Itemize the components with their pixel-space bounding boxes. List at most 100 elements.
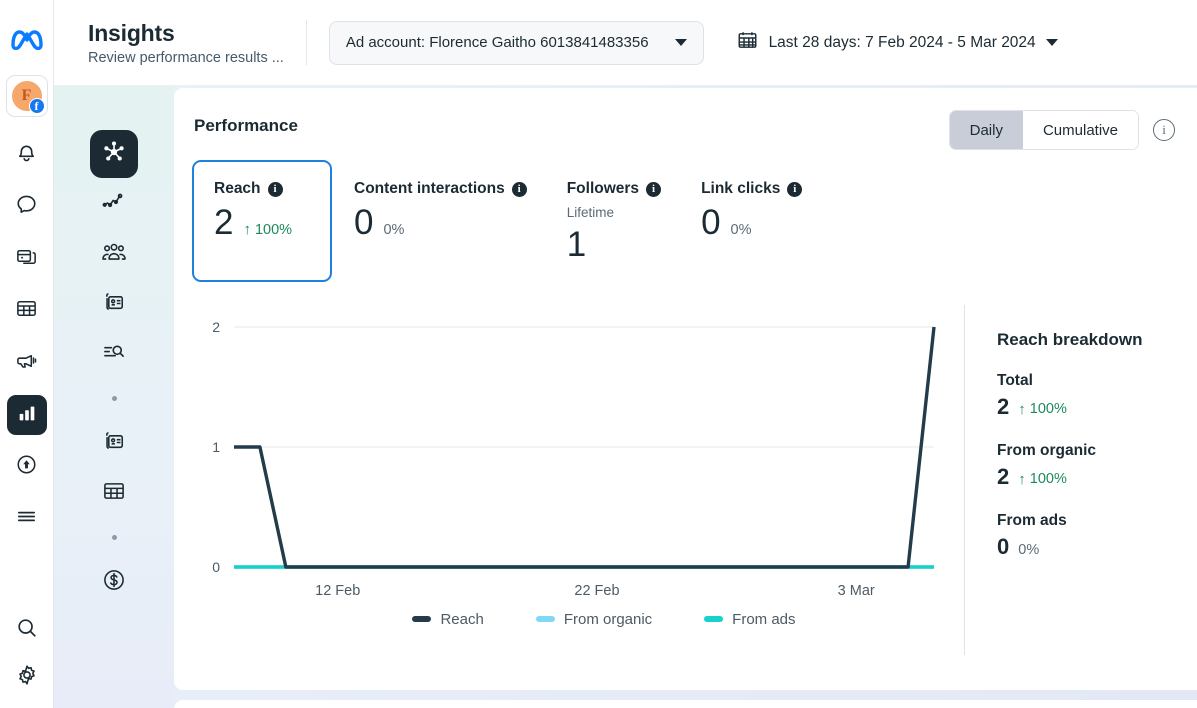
x-axis-tick: 3 Mar: [838, 583, 875, 599]
metric-value: 2: [214, 204, 233, 243]
y-axis-tick: 2: [212, 319, 220, 335]
metric-delta: 0%: [383, 222, 404, 238]
facebook-badge-icon: f: [29, 98, 45, 114]
metric-delta-value: 0%: [383, 222, 404, 238]
metric-card-followers[interactable]: Followers i Lifetime 1: [545, 160, 679, 283]
sidebar-item-planner[interactable]: [7, 291, 47, 331]
breakdown-label: From ads: [997, 512, 1197, 530]
subnav-item-benchmarking[interactable]: [90, 330, 138, 378]
legend-label: From ads: [732, 611, 795, 628]
content-cards-icon: [101, 289, 127, 320]
metric-sublabel: Lifetime: [567, 205, 661, 220]
sidebar-item-all-tools[interactable]: [7, 499, 47, 539]
sidebar-item-messages[interactable]: [7, 187, 47, 227]
arrow-up-icon: ↑: [1018, 402, 1026, 417]
reach-breakdown-panel: Reach breakdown Total 2 ↑ 100% From orga…: [964, 305, 1197, 655]
metric-value-row: 0 0%: [354, 204, 527, 243]
breakdown-value-row: 0 0%: [997, 534, 1197, 560]
performance-card-header: Performance Daily Cumulative i: [174, 88, 1197, 150]
message-bubble-icon: [15, 193, 38, 221]
avatar: F f: [12, 81, 42, 111]
top-header: Insights Review performance results ... …: [54, 0, 1197, 85]
info-icon[interactable]: i: [787, 182, 802, 197]
search-icon: [15, 616, 39, 645]
metric-header: Content interactions i: [354, 180, 527, 198]
section-title: Performance: [194, 110, 949, 136]
profile-switcher[interactable]: F f: [6, 75, 48, 117]
gear-icon: [15, 663, 39, 692]
hamburger-menu-icon: [15, 505, 38, 533]
chart-legend: Reach From organic From ads: [174, 611, 964, 628]
metric-delta-value: 0%: [731, 222, 752, 238]
subnav-item-overview[interactable]: [90, 130, 138, 178]
breakdown-label: Total: [997, 372, 1197, 390]
legend-item-from-ads[interactable]: From ads: [704, 611, 795, 628]
breakdown-delta: ↑ 100%: [1018, 401, 1067, 417]
metric-header: Link clicks i: [701, 180, 802, 198]
sidebar-item-search[interactable]: [7, 610, 47, 650]
metric-label: Reach: [214, 180, 261, 198]
x-axis-tick: 12 Feb: [315, 583, 360, 599]
subnav-item-audience[interactable]: [90, 230, 138, 278]
bell-icon: [15, 141, 38, 169]
table-grid-icon: [15, 297, 38, 325]
tab-daily[interactable]: Daily: [950, 111, 1023, 149]
metric-value: 1: [567, 226, 586, 265]
arrow-up-icon: ↑: [243, 222, 251, 237]
tab-cumulative[interactable]: Cumulative: [1023, 111, 1138, 149]
sidebar-item-insights[interactable]: [7, 395, 47, 435]
info-icon[interactable]: i: [512, 182, 527, 197]
info-circle-icon[interactable]: i: [1153, 119, 1175, 141]
subnav-item-posts-library[interactable]: [90, 419, 138, 467]
metric-card-content-interactions[interactable]: Content interactions i 0 0%: [332, 160, 545, 282]
breakdown-row-from-ads: From ads 0 0%: [997, 512, 1197, 560]
sidebar-item-settings[interactable]: [7, 662, 47, 702]
chevron-down-icon: [1046, 39, 1058, 46]
metric-card-link-clicks[interactable]: Link clicks i 0 0%: [679, 160, 820, 282]
legend-item-reach[interactable]: Reach: [412, 611, 483, 628]
bar-chart-icon: [16, 402, 38, 429]
boost-arrow-icon: [15, 453, 38, 481]
breakdown-title: Reach breakdown: [997, 330, 1197, 350]
legend-label: Reach: [440, 611, 483, 628]
sidebar-item-notifications[interactable]: [7, 135, 47, 175]
breakdown-value-row: 2 ↑ 100%: [997, 394, 1197, 420]
metric-delta: 0%: [731, 222, 752, 238]
ad-account-select[interactable]: Ad account: Florence Gaitho 601384148335…: [329, 21, 704, 65]
subnav-separator-1: [112, 396, 117, 401]
metric-label: Link clicks: [701, 180, 780, 198]
metric-card-reach[interactable]: Reach i 2 ↑ 100%: [192, 160, 332, 282]
sidebar-item-boost[interactable]: [7, 447, 47, 487]
hub-nodes-icon: [101, 139, 127, 170]
arrow-up-icon: ↑: [1018, 472, 1026, 487]
metric-delta: ↑ 100%: [243, 222, 292, 238]
insights-page: F f: [0, 0, 1197, 708]
page-title: Insights: [88, 20, 284, 47]
breakdown-value-row: 2 ↑ 100%: [997, 464, 1197, 490]
y-axis-tick: 0: [212, 559, 220, 575]
people-icon: [101, 239, 127, 270]
subnav-item-content[interactable]: [90, 280, 138, 328]
breakdown-delta-value: 100%: [1030, 401, 1067, 417]
subnav-item-results[interactable]: [90, 180, 138, 228]
legend-swatch: [704, 616, 723, 622]
megaphone-icon: [15, 349, 38, 377]
performance-card: Performance Daily Cumulative i Reach i 2: [174, 88, 1197, 690]
metric-value-row: 0 0%: [701, 204, 802, 243]
chart-canvas: 01212 Feb22 Feb3 Mar: [174, 305, 964, 605]
secondary-sidebar: [54, 85, 174, 708]
content-cards-icon: [101, 428, 127, 459]
breakdown-delta-value: 0%: [1018, 542, 1039, 558]
info-icon[interactable]: i: [646, 182, 661, 197]
sidebar-item-ads[interactable]: [7, 343, 47, 383]
subnav-item-monetisation[interactable]: [90, 558, 138, 606]
date-range-select[interactable]: Last 28 days: 7 Feb 2024 - 5 Mar 2024: [736, 29, 1058, 57]
subnav-item-data-table[interactable]: [90, 469, 138, 517]
legend-item-from-organic[interactable]: From organic: [536, 611, 652, 628]
dollar-circle-icon: [101, 567, 127, 598]
cards-icon: [15, 245, 38, 273]
metric-value: 0: [354, 204, 373, 243]
info-icon[interactable]: i: [268, 182, 283, 197]
sidebar-item-posts[interactable]: [7, 239, 47, 279]
x-axis-tick: 22 Feb: [574, 583, 619, 599]
